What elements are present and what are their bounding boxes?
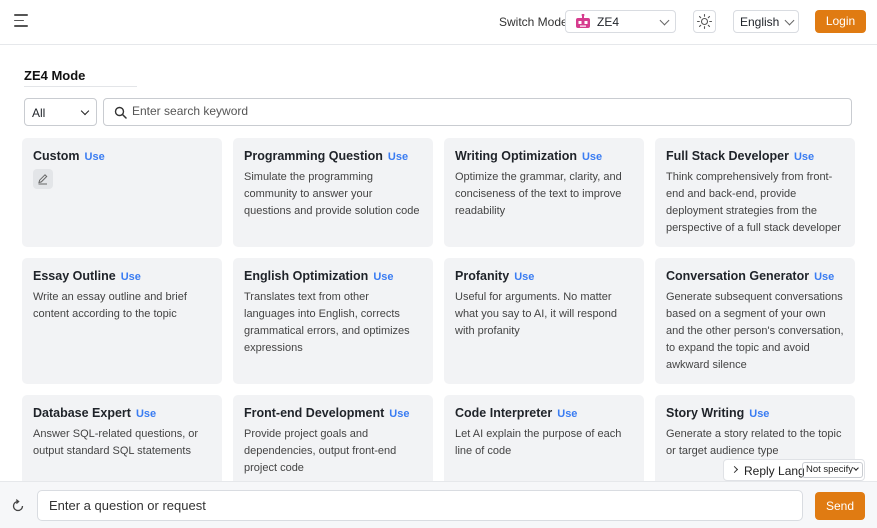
reply-language-control: Reply Lang Not specify (723, 459, 865, 481)
prompt-card[interactable]: Front-end Development Use Provide project… (233, 395, 433, 495)
use-link[interactable]: Use (121, 271, 141, 283)
prompt-card[interactable]: Database Expert Use Answer SQL-related qu… (22, 395, 222, 495)
refresh-icon[interactable] (11, 499, 25, 513)
prompt-card[interactable]: Writing Optimization Use Optimize the gra… (444, 138, 644, 247)
card-title: Writing Optimization (455, 149, 577, 163)
card-title: Conversation Generator (666, 269, 810, 283)
card-description: Write an essay outline and brief content… (33, 291, 187, 320)
chevron-down-icon (80, 106, 90, 116)
prompt-card-custom[interactable]: Custom Use (22, 138, 222, 247)
page-title: ZE4 Mode (24, 68, 86, 83)
use-link[interactable]: Use (582, 151, 602, 163)
composer-bar: Send (0, 481, 877, 528)
card-title: Database Expert (33, 406, 131, 420)
login-button[interactable]: Login (815, 10, 866, 33)
card-description: Let AI explain the purpose of each line … (455, 428, 622, 457)
card-description: Translates text from other languages int… (244, 291, 410, 354)
use-link[interactable]: Use (85, 151, 105, 163)
sun-icon (696, 13, 713, 30)
card-title: Essay Outline (33, 269, 116, 283)
card-description: Provide project goals and dependencies, … (244, 428, 397, 474)
title-divider (24, 86, 137, 87)
chevron-down-icon (784, 15, 795, 26)
search-icon (114, 106, 127, 119)
message-input[interactable] (49, 498, 789, 513)
prompt-card[interactable]: Essay Outline Use Write an essay outline … (22, 258, 222, 384)
prompt-card[interactable]: Programming Question Use Simulate the pro… (233, 138, 433, 247)
use-link[interactable]: Use (794, 151, 814, 163)
card-description: Useful for arguments. No matter what you… (455, 291, 618, 337)
send-button[interactable]: Send (815, 492, 865, 520)
robot-icon (576, 14, 590, 28)
card-title: Profanity (455, 269, 510, 283)
chevron-down-icon (853, 465, 859, 471)
card-description: Think comprehensively from front-end and… (666, 171, 841, 234)
card-description: Generate a story related to the topic or… (666, 428, 842, 457)
use-link[interactable]: Use (388, 151, 408, 163)
reply-language-select[interactable]: Not specify (802, 462, 863, 478)
card-title: Code Interpreter (455, 406, 553, 420)
prompt-card[interactable]: Full Stack Developer Use Think comprehens… (655, 138, 855, 247)
card-description: Generate subsequent conversations based … (666, 291, 844, 371)
card-title: English Optimization (244, 269, 369, 283)
card-title: Programming Question (244, 149, 383, 163)
pencil-icon (38, 174, 48, 185)
language-select[interactable]: English (733, 10, 799, 33)
mode-select[interactable]: ZE4 (565, 10, 676, 33)
switch-mode-label: Switch Mode (499, 15, 568, 29)
use-link[interactable]: Use (136, 408, 156, 420)
mode-select-value: ZE4 (597, 15, 620, 29)
search-input[interactable] (132, 104, 832, 118)
prompt-card[interactable]: Conversation Generator Use Generate subse… (655, 258, 855, 384)
search-box[interactable] (103, 98, 852, 126)
message-input-box[interactable] (37, 490, 803, 521)
prompt-card[interactable]: Code Interpreter Use Let AI explain the p… (444, 395, 644, 495)
category-select[interactable]: All (24, 98, 97, 126)
prompt-card[interactable]: English Optimization Use Translates text … (233, 258, 433, 384)
top-bar: Switch Mode ZE4 English Login (0, 0, 877, 45)
prompt-card[interactable]: Profanity Use Useful for arguments. No ma… (444, 258, 644, 384)
card-title: Custom (33, 149, 80, 163)
theme-toggle-button[interactable] (693, 10, 716, 33)
use-link[interactable]: Use (749, 408, 769, 420)
use-link[interactable]: Use (514, 271, 534, 283)
reply-language-value: Not specify (806, 464, 853, 475)
use-link[interactable]: Use (557, 408, 577, 420)
use-link[interactable]: Use (373, 271, 393, 283)
language-select-value: English (740, 15, 780, 29)
card-title: Story Writing (666, 406, 745, 420)
category-select-value: All (32, 106, 46, 120)
card-description: Optimize the grammar, clarity, and conci… (455, 171, 622, 217)
menu-icon[interactable] (14, 14, 30, 28)
chevron-down-icon (659, 15, 670, 26)
reply-language-label: Reply Lang (744, 464, 805, 478)
edit-button[interactable] (33, 169, 53, 189)
card-title: Front-end Development (244, 406, 385, 420)
use-link[interactable]: Use (389, 408, 409, 420)
card-description: Simulate the programming community to an… (244, 171, 420, 217)
card-description: Answer SQL-related questions, or output … (33, 428, 199, 457)
use-link[interactable]: Use (814, 271, 834, 283)
card-title: Full Stack Developer (666, 149, 789, 163)
chevron-right-icon[interactable] (730, 465, 739, 474)
